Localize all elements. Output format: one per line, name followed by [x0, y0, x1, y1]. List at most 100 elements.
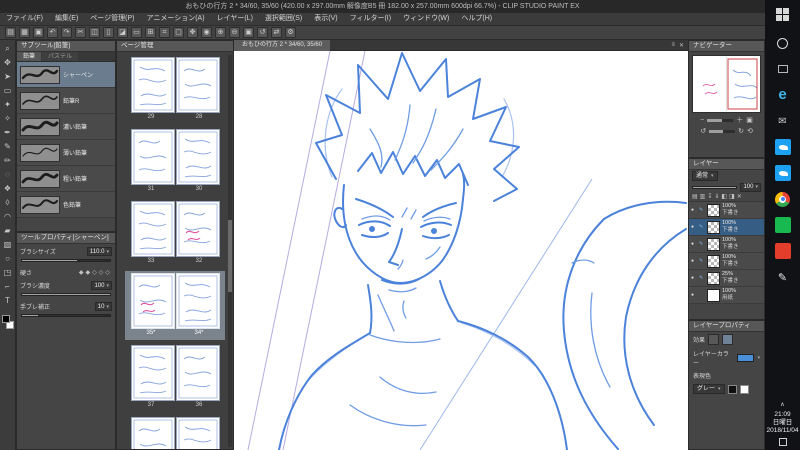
layer-apply-mask-icon[interactable]: ◨ — [729, 193, 735, 200]
menu-item-0[interactable]: ファイル(F) — [0, 13, 49, 25]
rotate-slider[interactable] — [709, 130, 736, 133]
taskbar-pen-icon[interactable]: ✎ — [774, 268, 792, 286]
layer-transfer-to-lower-icon[interactable]: ↧ — [707, 193, 712, 200]
page-thumb-right[interactable] — [175, 273, 220, 329]
tab-menu-icon[interactable]: ≡ — [671, 42, 675, 49]
menu-item-6[interactable]: 表示(V) — [308, 13, 343, 25]
toolbar-eraser-switch-icon[interactable]: ◪ — [117, 27, 128, 38]
black-chip[interactable] — [727, 384, 737, 394]
brush-item[interactable]: 鉛筆R — [17, 88, 115, 114]
page-thumb-right[interactable] — [175, 201, 220, 257]
tool-text-icon[interactable]: T — [1, 294, 14, 307]
page-spread[interactable]: 31 30 — [125, 127, 225, 196]
toolbar-save-icon[interactable]: ▣ — [33, 27, 44, 38]
tool-decoration-icon[interactable]: ❖ — [1, 182, 14, 195]
layer-new-raster-layer-icon[interactable]: ▤ — [692, 193, 698, 200]
menu-item-3[interactable]: アニメーション(A) — [141, 13, 211, 25]
eye-icon[interactable]: ● — [691, 292, 697, 298]
taskbar-cortana-icon[interactable] — [774, 34, 792, 52]
eye-icon[interactable]: ● — [691, 258, 697, 264]
tool-fill-icon[interactable]: ▰ — [1, 224, 14, 237]
taskbar-start-icon[interactable] — [774, 8, 792, 26]
toolbar-snap-grid-icon[interactable]: ⌗ — [159, 27, 170, 38]
toolbar-snap-ruler-icon[interactable]: ▭ — [131, 27, 142, 38]
color-swatches[interactable] — [1, 315, 14, 329]
toolbar-copy-icon[interactable]: ◫ — [89, 27, 100, 38]
page-thumb-left[interactable] — [130, 57, 175, 113]
subtool-tab-pastel[interactable]: パステル — [42, 52, 79, 61]
menu-item-1[interactable]: 編集(E) — [49, 13, 84, 25]
property-value[interactable]: 100 ▾ — [91, 281, 112, 290]
action-center-icon[interactable] — [778, 438, 787, 446]
taskbar-chrome-icon[interactable] — [774, 190, 792, 208]
brush-item[interactable]: 粗い鉛筆 — [17, 166, 115, 192]
tool-brush-icon[interactable]: ✏ — [1, 154, 14, 167]
brush-item[interactable]: 色鉛筆 — [17, 192, 115, 218]
rotate-right-icon[interactable]: ↻ — [738, 126, 744, 137]
tool-airbrush-icon[interactable]: ◌ — [1, 168, 14, 181]
page-thumb-left[interactable] — [130, 201, 175, 257]
zoom-slider[interactable] — [707, 119, 734, 122]
reset-view-icon[interactable]: ⟲ — [747, 126, 753, 137]
page-thumb-left[interactable] — [130, 129, 175, 185]
page-thumb-right[interactable] — [175, 417, 220, 449]
toolbar-redo-icon[interactable]: ↷ — [61, 27, 72, 38]
expression-color-dropdown[interactable]: グレー ▾ — [693, 384, 725, 394]
page-spread[interactable]: 33 32 — [125, 199, 225, 268]
layer-row[interactable]: ● ✎ 25% 下書き — [689, 270, 764, 287]
taskbar-edge-icon[interactable]: e — [774, 86, 792, 104]
eye-icon[interactable]: ● — [691, 275, 697, 281]
layer-row[interactable]: ● ✎ 100% 下書き — [689, 219, 764, 236]
toolbar-flip-view-icon[interactable]: ⇄ — [271, 27, 282, 38]
menu-item-2[interactable]: ページ管理(P) — [84, 13, 140, 25]
menu-item-7[interactable]: フィルター(I) — [344, 13, 397, 25]
page-scrollbar[interactable] — [228, 55, 232, 447]
page-thumb-right[interactable] — [175, 129, 220, 185]
tool-gradient-icon[interactable]: ▧ — [1, 238, 14, 251]
tray-expand-icon[interactable]: ∧ — [765, 401, 800, 408]
property-value[interactable]: 110.0 ▾ — [86, 247, 112, 256]
tool-ruler-icon[interactable]: ⌐ — [1, 280, 14, 293]
taskbar-app-red-icon[interactable] — [774, 242, 792, 260]
property-slider[interactable] — [21, 293, 111, 296]
page-thumb-left[interactable] — [130, 417, 175, 449]
toolbar-zoom-in-icon[interactable]: ⊕ — [215, 27, 226, 38]
toolbar-invert-selection-icon[interactable]: ◉ — [201, 27, 212, 38]
toolbar-deselect-icon[interactable]: ✥ — [187, 27, 198, 38]
tool-eyedropper-icon[interactable]: ✧ — [1, 112, 14, 125]
document-tab[interactable]: おもひの行方 2 * 34/60, 35/60 — [234, 39, 331, 51]
tool-figure-icon[interactable]: ○ — [1, 252, 14, 265]
property-slider[interactable] — [21, 259, 111, 262]
page-spread[interactable]: 29 28 — [125, 55, 225, 124]
page-thumb-left[interactable] — [130, 273, 175, 329]
tool-blend-icon[interactable]: ◠ — [1, 210, 14, 223]
page-thumb-right[interactable] — [175, 345, 220, 401]
menu-item-5[interactable]: 選択範囲(S) — [259, 13, 308, 25]
tool-operation-icon[interactable]: ➤ — [1, 70, 14, 83]
layer-create-mask-icon[interactable]: ◧ — [721, 193, 727, 200]
brush-item[interactable]: シャーペン — [17, 62, 115, 88]
toolbar-cut-icon[interactable]: ✂ — [75, 27, 86, 38]
tool-eraser-icon[interactable]: ◊ — [1, 196, 14, 209]
layer-row[interactable]: ● ✎ 100% 下書き — [689, 202, 764, 219]
toolbar-fit-screen-icon[interactable]: ▣ — [243, 27, 254, 38]
hardness-scale[interactable]: ◆◆◇◇◇ — [79, 269, 112, 276]
taskbar-twitter-icon[interactable] — [774, 164, 792, 182]
menu-item-8[interactable]: ウィンドウ(W) — [397, 13, 455, 25]
tool-pencil-icon[interactable]: ✎ — [1, 140, 14, 153]
layer-merge-down-icon[interactable]: ⇓ — [714, 193, 719, 200]
page-spread[interactable]: 37 36 — [125, 343, 225, 412]
taskbar-twitter-icon[interactable] — [774, 138, 792, 156]
page-spread[interactable]: 3938 — [125, 415, 225, 449]
toolbar-snap-special-ruler-icon[interactable]: ⊞ — [145, 27, 156, 38]
menu-item-9[interactable]: ヘルプ(H) — [455, 13, 498, 25]
rotate-left-icon[interactable]: ↺ — [700, 126, 706, 137]
layer-row[interactable]: ● ✎ 100% 下書き — [689, 253, 764, 270]
opacity-slider[interactable] — [692, 185, 738, 189]
toolbar-settings-icon[interactable]: ⚙ — [285, 27, 296, 38]
scrollbar-thumb[interactable] — [228, 219, 232, 292]
eye-icon[interactable]: ● — [691, 207, 697, 213]
page-thumb-left[interactable] — [130, 345, 175, 401]
tool-move-icon[interactable]: ✥ — [1, 56, 14, 69]
border-effect-icon[interactable] — [708, 334, 720, 345]
